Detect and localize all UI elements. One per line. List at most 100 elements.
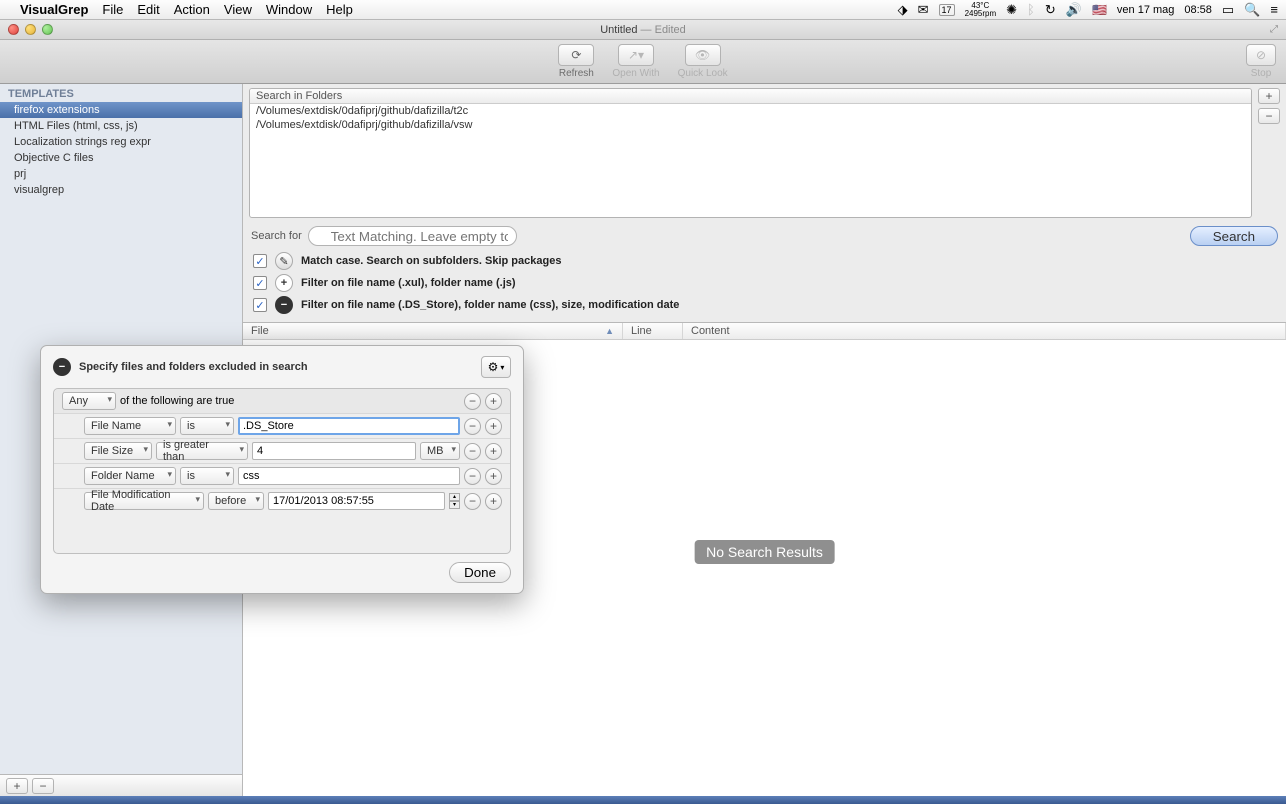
- add-template-button[interactable]: +: [6, 778, 28, 794]
- date-stepper[interactable]: ▴▾: [449, 493, 460, 509]
- remove-template-button[interactable]: −: [32, 778, 54, 794]
- no-results-badge: No Search Results: [694, 540, 835, 564]
- folder-path[interactable]: /Volumes/extdisk/0dafiprj/github/dafizil…: [250, 104, 1251, 118]
- add-rule-button[interactable]: +: [485, 443, 502, 460]
- exclude-rules-popover: − Specify files and folders excluded in …: [40, 345, 524, 594]
- toolbar: ⟳ Refresh ↗▾ Open With 👁 Quick Look ⊘ St…: [0, 40, 1286, 84]
- remove-rule-button[interactable]: −: [464, 443, 481, 460]
- remove-group-button[interactable]: −: [464, 393, 481, 410]
- menu-edit[interactable]: Edit: [137, 2, 159, 17]
- remove-rule-button[interactable]: −: [464, 493, 481, 510]
- match-mode-select[interactable]: Any: [62, 392, 116, 410]
- add-rule-button[interactable]: +: [485, 418, 502, 435]
- filter-text: Filter on file name (.DS_Store), folder …: [301, 299, 679, 311]
- sidebar-item[interactable]: Objective C files: [0, 150, 242, 166]
- filter-include-checkbox[interactable]: ✓: [253, 276, 267, 290]
- dock-edge: [0, 796, 1286, 804]
- sidebar-item[interactable]: firefox extensions: [0, 102, 242, 118]
- window-edited-indicator: — Edited: [637, 24, 685, 36]
- eye-icon: 👁: [695, 48, 710, 62]
- quick-look-button[interactable]: 👁 Quick Look: [678, 44, 728, 79]
- search-input[interactable]: [308, 226, 517, 246]
- folders-header: Search in Folders: [250, 89, 1251, 104]
- filter-text: Filter on file name (.xul), folder name …: [301, 277, 516, 289]
- rule-value-input[interactable]: [238, 467, 460, 485]
- window-title: Untitled: [600, 24, 637, 36]
- close-window-button[interactable]: [8, 24, 19, 35]
- popover-title: Specify files and folders excluded in se…: [79, 361, 473, 373]
- timemachine-icon[interactable]: ↻: [1045, 2, 1056, 18]
- add-rule-button[interactable]: +: [485, 493, 502, 510]
- stop-button[interactable]: ⊘ Stop: [1246, 44, 1276, 79]
- clock-date[interactable]: ven 17 mag: [1117, 4, 1174, 16]
- input-flag-icon[interactable]: 🇺🇸: [1092, 3, 1107, 17]
- rule-value-input[interactable]: [252, 442, 416, 460]
- menu-view[interactable]: View: [224, 2, 252, 17]
- spotlight-icon[interactable]: 🔍: [1244, 2, 1260, 18]
- fan-icon[interactable]: ✺: [1006, 2, 1017, 18]
- refresh-icon: ⟳: [571, 48, 581, 62]
- remove-folder-button[interactable]: −: [1258, 108, 1280, 124]
- rule-unit-select[interactable]: MB: [420, 442, 460, 460]
- column-file[interactable]: File ▲: [243, 323, 623, 339]
- add-folder-button[interactable]: +: [1258, 88, 1280, 104]
- menu-window[interactable]: Window: [266, 2, 312, 17]
- rules-box: Any of the following are true − + File N…: [53, 388, 511, 554]
- zoom-window-button[interactable]: [42, 24, 53, 35]
- refresh-button[interactable]: ⟳ Refresh: [558, 44, 594, 79]
- menu-action[interactable]: Action: [174, 2, 210, 17]
- search-label: Search for: [251, 230, 302, 242]
- include-icon[interactable]: +: [275, 274, 293, 292]
- rule-op-select[interactable]: before: [208, 492, 264, 510]
- bluetooth-icon[interactable]: ᛒ: [1027, 2, 1035, 17]
- column-content[interactable]: Content: [683, 323, 1286, 339]
- remove-rule-button[interactable]: −: [464, 468, 481, 485]
- rule-field-select[interactable]: File Size: [84, 442, 152, 460]
- minimize-window-button[interactable]: [25, 24, 36, 35]
- mail-icon[interactable]: ✉: [918, 2, 929, 18]
- battery-icon[interactable]: ▭: [1222, 2, 1234, 18]
- sidebar-item[interactable]: prj: [0, 166, 242, 182]
- rule-op-select[interactable]: is greater than: [156, 442, 248, 460]
- add-rule-button[interactable]: +: [485, 468, 502, 485]
- menubar: VisualGrep File Edit Action View Window …: [0, 0, 1286, 20]
- filter-exclude-checkbox[interactable]: ✓: [253, 298, 267, 312]
- rule-field-select[interactable]: File Name: [84, 417, 176, 435]
- app-name[interactable]: VisualGrep: [20, 2, 88, 17]
- menu-help[interactable]: Help: [326, 2, 353, 17]
- rule-op-select[interactable]: is: [180, 417, 234, 435]
- add-group-button[interactable]: +: [485, 393, 502, 410]
- match-case-checkbox[interactable]: ✓: [253, 254, 267, 268]
- folder-path[interactable]: /Volumes/extdisk/0dafiprj/github/dafizil…: [250, 118, 1251, 132]
- volume-icon[interactable]: 🔊: [1066, 2, 1082, 18]
- rule-field-select[interactable]: Folder Name: [84, 467, 176, 485]
- remove-rule-button[interactable]: −: [464, 418, 481, 435]
- menu-file[interactable]: File: [102, 2, 123, 17]
- popover-options-button[interactable]: ⚙▾: [481, 356, 511, 378]
- settings-options-icon[interactable]: ✎: [275, 252, 293, 270]
- clock-time[interactable]: 08:58: [1184, 4, 1212, 16]
- rule-field-select[interactable]: File Modification Date: [84, 492, 204, 510]
- sidebar-footer: + −: [0, 774, 242, 796]
- search-button[interactable]: Search: [1190, 226, 1278, 246]
- exclude-icon[interactable]: −: [275, 296, 293, 314]
- notifications-icon[interactable]: ≡: [1270, 2, 1278, 17]
- done-button[interactable]: Done: [449, 562, 511, 583]
- column-line[interactable]: Line: [623, 323, 683, 339]
- filter-text: Match case. Search on subfolders. Skip p…: [301, 255, 561, 267]
- search-folders-list[interactable]: Search in Folders /Volumes/extdisk/0dafi…: [249, 88, 1252, 218]
- stop-icon: ⊘: [1256, 48, 1266, 62]
- sidebar-item[interactable]: HTML Files (html, css, js): [0, 118, 242, 134]
- titlebar: Untitled — Edited ⤢: [0, 20, 1286, 40]
- exclude-icon: −: [53, 358, 71, 376]
- fullscreen-button[interactable]: ⤢: [1270, 24, 1278, 35]
- dropbox-icon[interactable]: ⬗: [898, 2, 908, 18]
- sidebar-item[interactable]: visualgrep: [0, 182, 242, 198]
- sidebar-item[interactable]: Localization strings reg expr: [0, 134, 242, 150]
- results-header: File ▲ Line Content: [243, 322, 1286, 340]
- calendar-icon[interactable]: 17: [939, 4, 955, 16]
- rule-op-select[interactable]: is: [180, 467, 234, 485]
- rule-date-input[interactable]: [268, 492, 445, 510]
- rule-value-input[interactable]: [238, 417, 460, 435]
- open-with-button[interactable]: ↗▾ Open With: [612, 44, 659, 79]
